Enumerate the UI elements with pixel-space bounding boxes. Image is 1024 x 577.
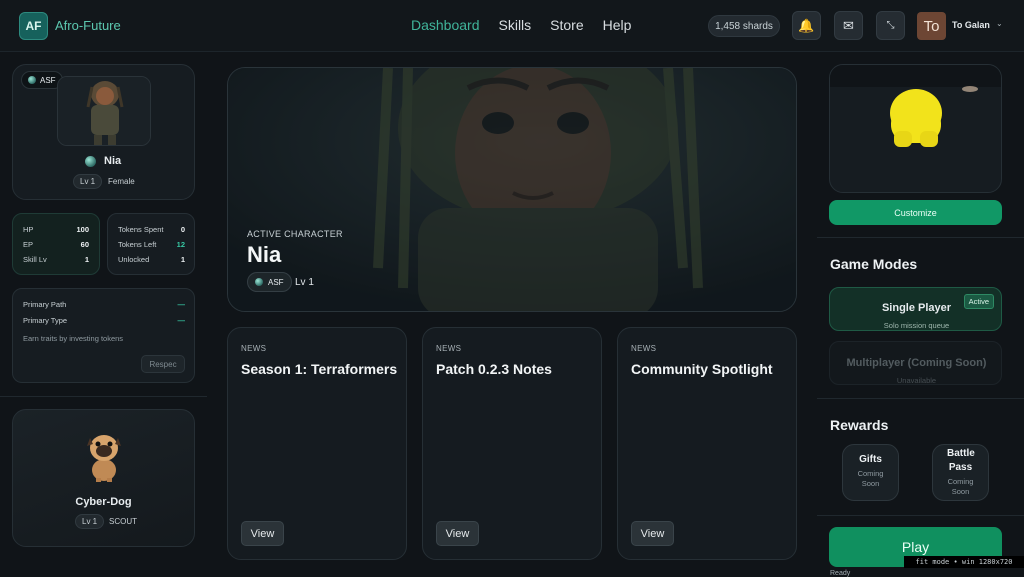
right-divider — [817, 237, 1024, 238]
reward-subtitle: Coming Soon — [947, 477, 974, 496]
brand-name[interactable]: Afro-Future — [55, 18, 121, 33]
messages-button[interactable]: ✉ — [834, 11, 863, 40]
traits-hint: Earn traits by investing tokens — [23, 334, 124, 343]
news-title: Community Spotlight — [631, 361, 773, 377]
faction-orb-icon — [28, 76, 36, 84]
news-card[interactable]: NEWS Patch 0.2.3 Notes View — [422, 327, 602, 560]
character-portrait — [57, 76, 151, 146]
hero-character-art — [228, 68, 796, 311]
main-nav: Dashboard Skills Store Help — [411, 17, 631, 33]
fullscreen-icon: ⤡ — [886, 20, 895, 31]
faction-orb-icon — [255, 278, 263, 286]
username[interactable]: To Galan — [952, 20, 990, 30]
rewards-title: Rewards — [830, 417, 889, 433]
news-kicker: NEWS — [241, 344, 267, 353]
notifications-button[interactable]: 🔔 — [792, 11, 821, 40]
news-card[interactable]: NEWS Season 1: Terraformers View — [227, 327, 407, 560]
single-player-mode[interactable]: Single Player Solo mission queue Active — [829, 287, 1002, 331]
respec-button[interactable]: Respec — [141, 355, 185, 373]
character-name-row: Nia — [85, 155, 121, 167]
reward-subtitle: Coming Soon — [857, 469, 884, 488]
nav-help[interactable]: Help — [603, 17, 632, 33]
nav-skills[interactable]: Skills — [499, 17, 532, 33]
hero-level: Lv 1 — [295, 277, 314, 288]
news-card[interactable]: NEWS Community Spotlight View — [617, 327, 797, 560]
news-view-button[interactable]: View — [241, 521, 284, 546]
hero-faction-badge: ASF — [247, 272, 292, 292]
active-badge: Active — [963, 294, 994, 309]
pet-image — [84, 430, 124, 487]
mail-icon: ✉ — [843, 17, 854, 33]
stat-tokens-spent: Tokens Spent 0 — [118, 225, 185, 234]
news-title: Patch 0.2.3 Notes — [436, 361, 552, 377]
character-level: Lv 1 — [73, 174, 103, 189]
primary-path: Primary Path — — [23, 300, 185, 309]
reward-title: Gifts — [859, 454, 882, 465]
stat-hp: HP 100 — [23, 225, 89, 234]
mode-subtitle: Unavailable — [896, 376, 937, 385]
hero-name: Nia — [247, 242, 282, 267]
hero-kicker: ACTIVE CHARACTER — [247, 229, 343, 239]
avatar-preview-image — [830, 65, 1001, 147]
game-modes-title: Game Modes — [830, 256, 918, 272]
bell-icon: 🔔 — [798, 17, 815, 33]
news-view-button[interactable]: View — [631, 521, 674, 546]
pet-level: Lv 1 — [75, 514, 105, 529]
character-gender: Female — [108, 177, 135, 186]
faction-orb-icon — [85, 155, 96, 167]
stat-tokens-left: Tokens Left 12 — [118, 240, 185, 249]
pet-role: SCOUT — [109, 517, 137, 526]
fit-mode-overlay: fit mode • win 1280x720 — [904, 556, 1024, 568]
shards-balance: 1,458 shards — [708, 15, 780, 37]
logo-badge[interactable]: AF — [19, 12, 48, 40]
news-kicker: NEWS — [631, 344, 657, 353]
customize-button[interactable]: Customize — [829, 200, 1002, 225]
news-title: Season 1: Terraformers — [241, 361, 398, 377]
top-bar: AF Afro-Future Dashboard Skills Store He… — [0, 0, 1024, 52]
right-divider — [817, 515, 1024, 516]
news-kicker: NEWS — [436, 344, 462, 353]
pet-name: Cyber-Dog — [75, 496, 132, 508]
nav-store[interactable]: Store — [550, 17, 583, 33]
fullscreen-button[interactable]: ⤡ — [876, 11, 905, 40]
left-divider — [0, 396, 207, 397]
mode-subtitle: Solo mission queue — [883, 321, 950, 330]
battle-pass-reward[interactable]: Battle Pass Coming Soon — [932, 444, 989, 501]
avatar[interactable]: To — [917, 12, 946, 40]
right-divider — [817, 398, 1024, 399]
nav-dashboard[interactable]: Dashboard — [411, 17, 480, 33]
character-figure-image — [58, 77, 150, 145]
pug-dog-image — [87, 435, 121, 482]
stat-ep: EP 60 — [23, 240, 89, 249]
chevron-down-icon[interactable]: ⌄ — [996, 19, 1003, 28]
gifts-reward[interactable]: Gifts Coming Soon — [842, 444, 899, 501]
character-name: Nia — [104, 155, 122, 167]
primary-type: Primary Type — — [23, 316, 185, 325]
news-view-button[interactable]: View — [436, 521, 479, 546]
reward-title: Battle Pass — [947, 448, 975, 473]
active-character-hero[interactable]: ACTIVE CHARACTER Nia ASF Lv 1 — [227, 67, 797, 312]
stat-unlocked: Unlocked 1 — [118, 255, 185, 264]
stat-skill-lv: Skill Lv 1 — [23, 255, 89, 264]
multiplayer-mode: Multiplayer (Coming Soon) Unavailable — [829, 341, 1002, 385]
mode-title: Multiplayer (Coming Soon) — [846, 357, 987, 369]
customize-preview — [829, 64, 1002, 193]
